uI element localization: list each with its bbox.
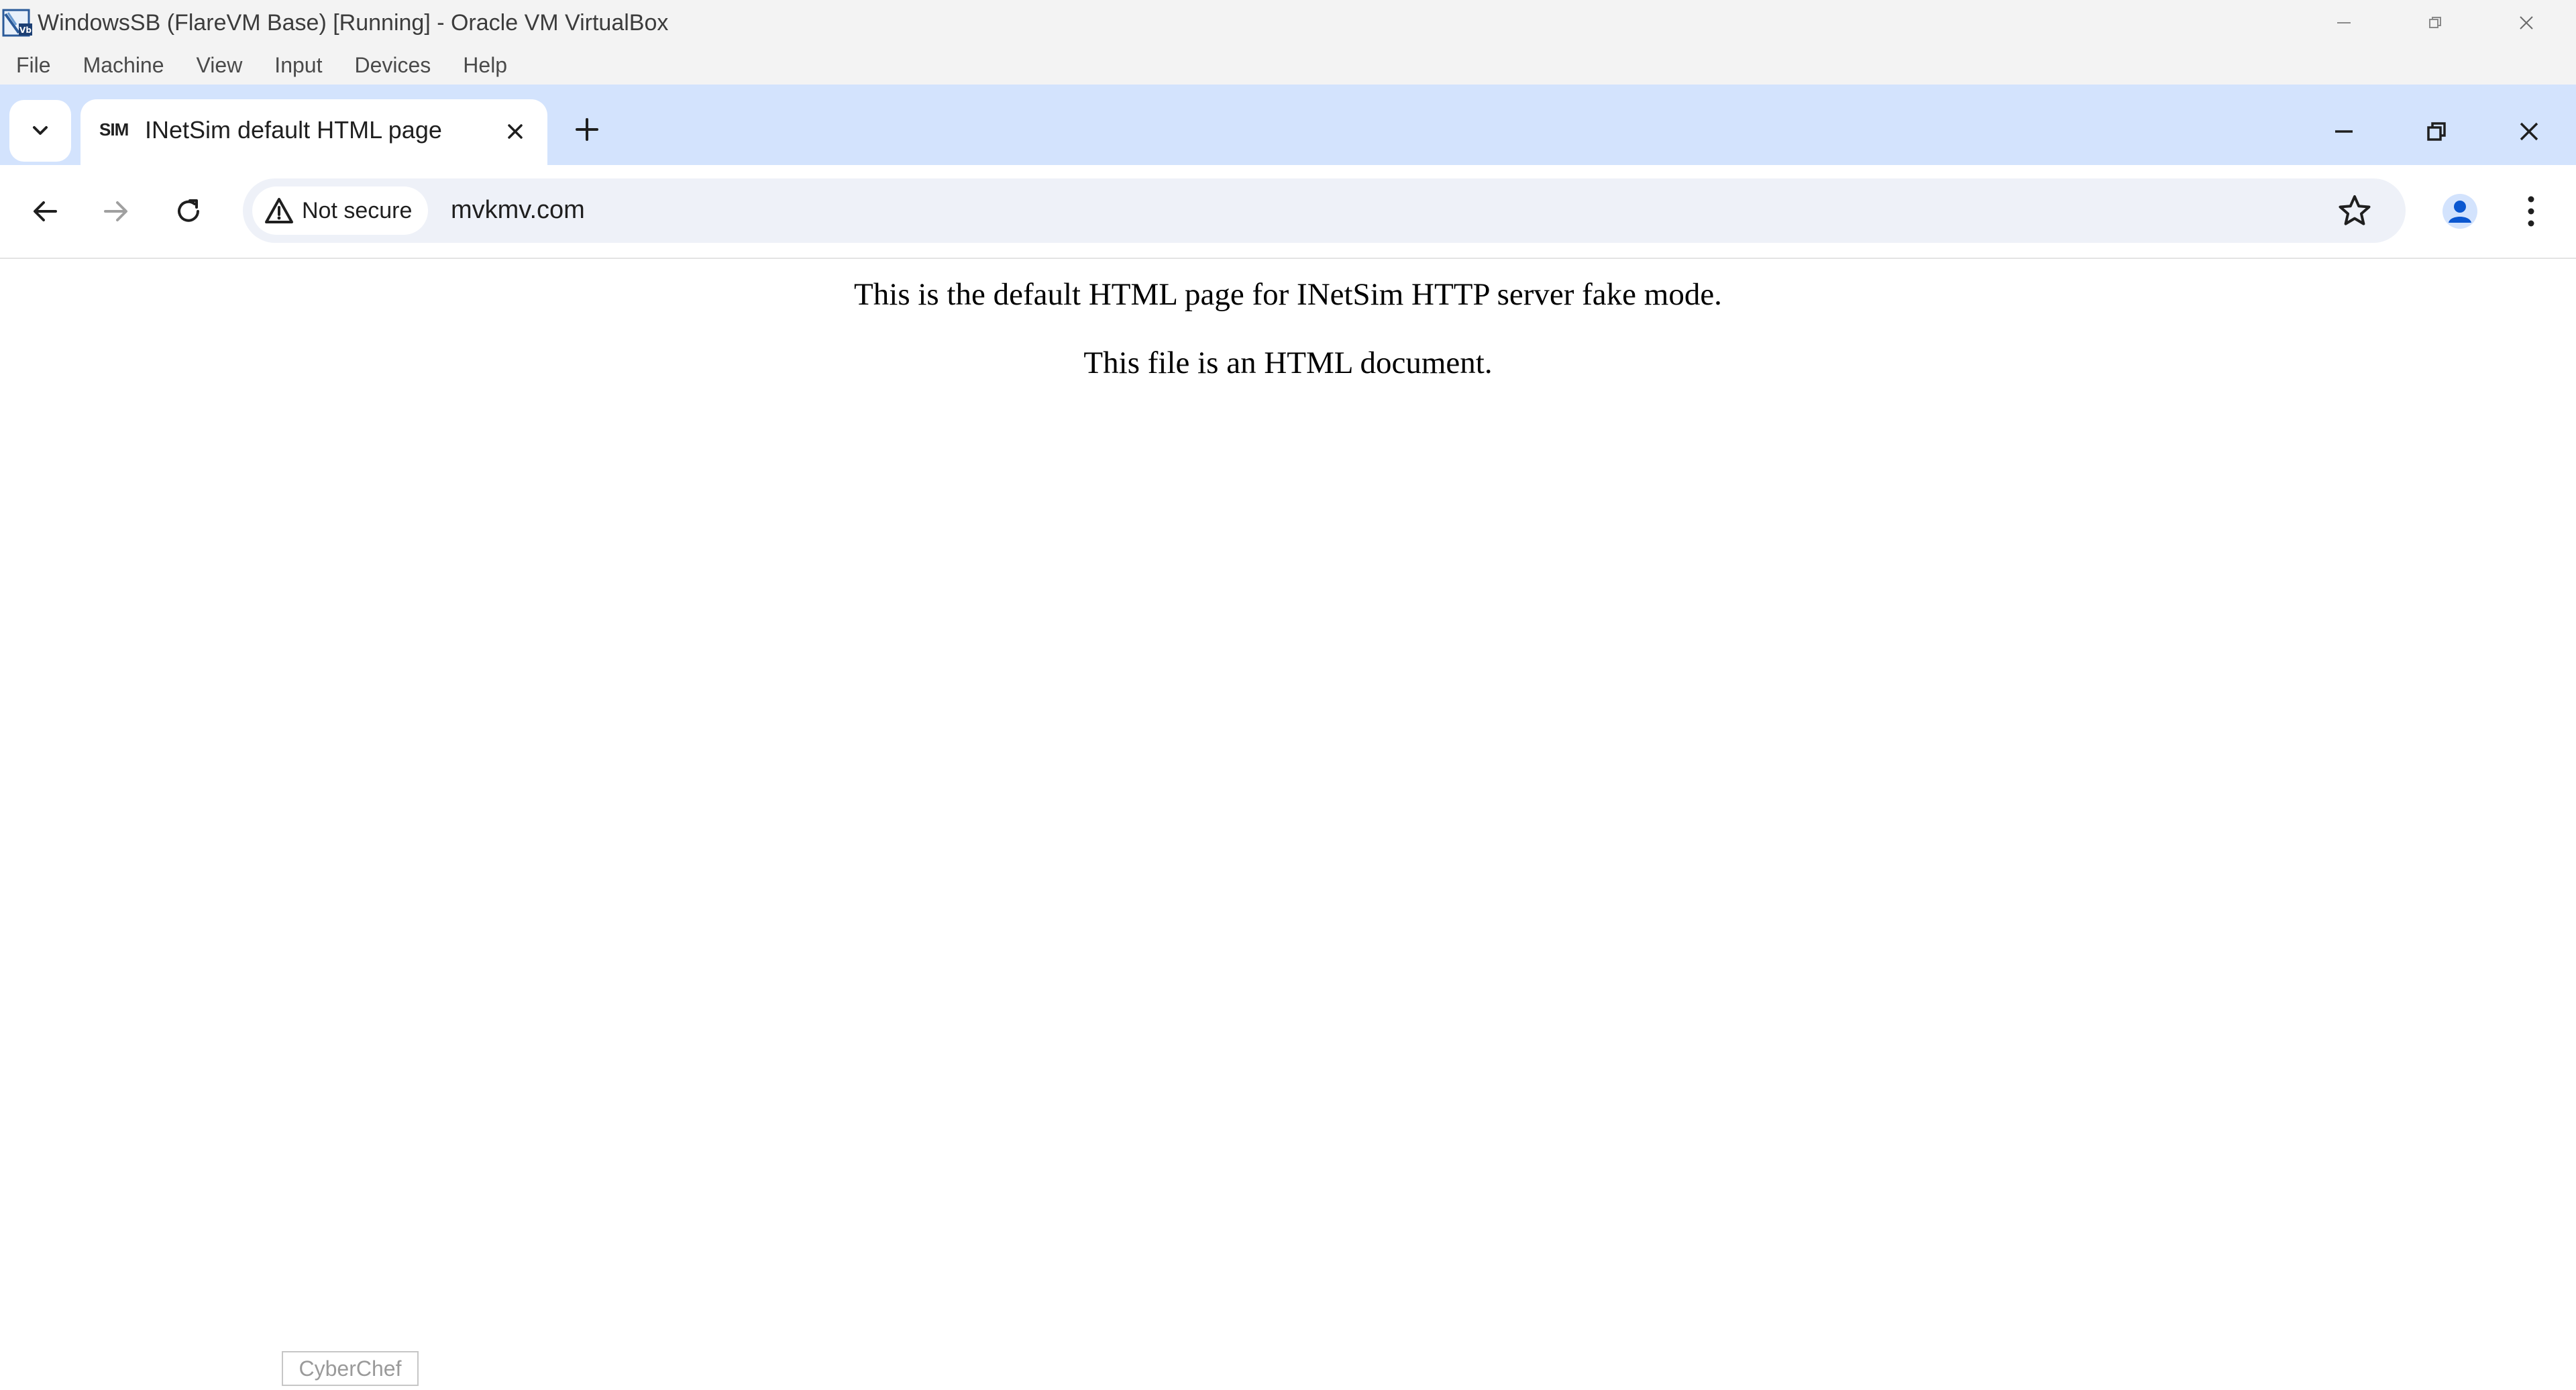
menu-machine[interactable]: Machine: [67, 46, 180, 85]
minimize-icon: [2335, 130, 2353, 133]
back-button[interactable]: [19, 185, 71, 237]
star-icon: [2339, 195, 2371, 225]
url-text[interactable]: mvkmv.com: [451, 196, 585, 225]
kebab-menu-icon: [2528, 196, 2534, 227]
page-text-line-1: This is the default HTML page for INetSi…: [854, 277, 1722, 312]
restore-icon: [2429, 17, 2441, 28]
menu-file[interactable]: File: [0, 46, 67, 85]
tab-favicon: SIM: [99, 119, 129, 140]
virtualbox-icon: Vb: [2, 9, 32, 37]
forward-arrow-icon: [104, 201, 127, 221]
vb-restore-button[interactable]: [2390, 0, 2481, 46]
security-chip[interactable]: Not secure: [252, 186, 429, 235]
forward-button[interactable]: [90, 185, 142, 237]
minimize-icon: [2337, 22, 2351, 23]
back-arrow-icon: [34, 201, 57, 221]
menu-help[interactable]: Help: [447, 46, 523, 85]
svg-text:Vb: Vb: [19, 25, 32, 35]
new-tab-button[interactable]: [565, 107, 609, 152]
reload-icon: [178, 199, 199, 222]
menu-input[interactable]: Input: [258, 46, 338, 85]
tab-active[interactable]: SIM INetSim default HTML page: [80, 99, 547, 165]
bookmark-button[interactable]: [2334, 191, 2375, 231]
menu-view[interactable]: View: [180, 46, 259, 85]
tab-search-button[interactable]: [9, 100, 71, 162]
warning-icon: [265, 198, 293, 223]
security-label: Not secure: [302, 197, 413, 223]
browser-close-button[interactable]: [2502, 105, 2556, 158]
restore-icon: [2427, 122, 2446, 141]
browser-restore-button[interactable]: [2410, 105, 2463, 158]
taskbar-tooltip: CyberChef: [282, 1351, 419, 1386]
browser-toolbar: Not secure mvkmv.com: [0, 165, 2576, 259]
browser-minimize-button[interactable]: [2317, 105, 2371, 158]
profile-icon: [2443, 194, 2477, 229]
virtualbox-menu-bar: File Machine View Input Devices Help: [0, 46, 2576, 85]
tab-title: INetSim default HTML page: [145, 116, 442, 144]
close-icon: [2520, 122, 2538, 141]
reload-button[interactable]: [162, 185, 215, 237]
tab-close-button[interactable]: [496, 113, 534, 150]
window-title: WindowsSB (FlareVM Base) [Running] - Ora…: [38, 9, 669, 36]
profile-button[interactable]: [2434, 185, 2486, 237]
plus-icon: [576, 118, 598, 141]
close-icon: [508, 124, 523, 139]
browser-tab-strip: SIM INetSim default HTML page: [0, 85, 2576, 165]
vb-close-button[interactable]: [2481, 0, 2572, 46]
close-icon: [2520, 16, 2533, 30]
virtualbox-title-bar: Vb WindowsSB (FlareVM Base) [Running] - …: [0, 0, 2576, 46]
vb-minimize-button[interactable]: [2298, 0, 2390, 46]
address-bar[interactable]: Not secure mvkmv.com: [243, 178, 2406, 243]
page-content: This is the default HTML page for INetSi…: [0, 259, 2576, 1390]
page-text-line-2: This file is an HTML document.: [1083, 345, 1493, 380]
menu-devices[interactable]: Devices: [338, 46, 447, 85]
browser-menu-button[interactable]: [2505, 185, 2557, 237]
tab-search-icon: [33, 126, 48, 135]
